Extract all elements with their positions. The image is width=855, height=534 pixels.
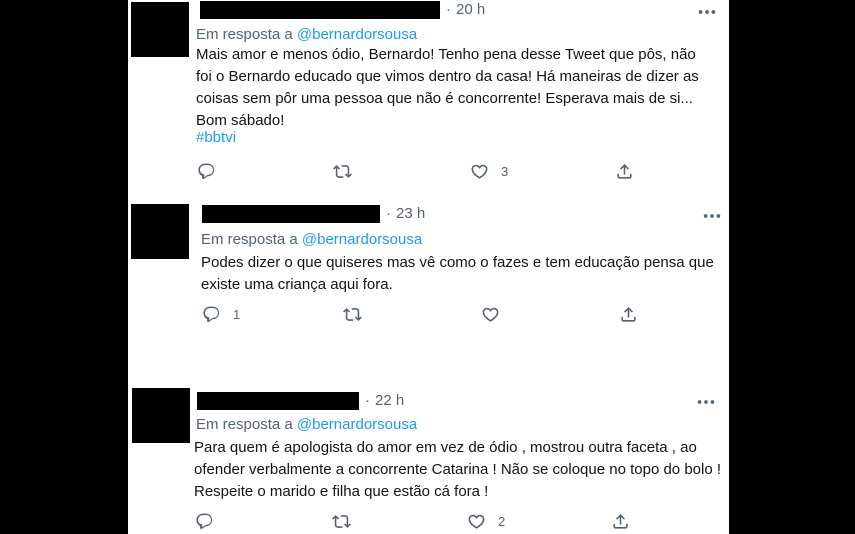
reply-handle-link[interactable]: @bernardorsousa (297, 416, 417, 433)
retweet-icon (343, 305, 362, 324)
reply-prefix: Em resposta a (196, 416, 293, 433)
redacted-author-name[interactable] (202, 205, 380, 224)
reply-button[interactable] (197, 162, 228, 181)
reply-button[interactable] (195, 512, 226, 531)
reply-count: 1 (233, 307, 241, 322)
tweet-card[interactable]: · 22 h Em resposta a @bernardorsousa Para… (128, 385, 729, 534)
reply-button[interactable]: 1 (202, 305, 240, 324)
tweet-time[interactable]: 23 h (396, 205, 425, 222)
hashtag-link[interactable]: #bbtvi (196, 129, 236, 146)
avatar[interactable] (132, 388, 190, 443)
like-count: 3 (501, 164, 509, 179)
avatar[interactable] (131, 204, 189, 259)
like-button[interactable] (481, 305, 512, 324)
tweet-text: Podes dizer o que quiseres mas vê como o… (201, 254, 714, 293)
reply-icon (195, 512, 214, 531)
retweet-button[interactable] (332, 512, 363, 531)
separator-dot: · (386, 205, 391, 222)
retweet-button[interactable] (343, 305, 374, 324)
more-horizontal-icon (701, 205, 723, 227)
separator-dot: · (446, 1, 451, 18)
more-horizontal-icon (695, 391, 717, 413)
timeline-panel: · 20 h Em resposta a @bernardorsousa Mais… (128, 0, 729, 534)
reply-context: Em resposta a @bernardorsousa (201, 231, 422, 248)
more-options-button[interactable] (701, 205, 723, 227)
reply-context: Em resposta a @bernardorsousa (196, 26, 417, 43)
heart-icon (481, 305, 500, 324)
tweet-card[interactable]: · 20 h Em resposta a @bernardorsousa Mais… (128, 0, 729, 190)
reply-prefix: Em resposta a (196, 26, 293, 43)
more-options-button[interactable] (695, 391, 717, 413)
reply-handle-link[interactable]: @bernardorsousa (297, 26, 417, 43)
reply-icon (197, 162, 216, 181)
tweet-header: · 20 h (200, 1, 485, 23)
like-button[interactable]: 2 (467, 512, 505, 531)
redacted-author-name[interactable] (200, 1, 440, 20)
more-horizontal-icon (696, 1, 718, 23)
share-icon (615, 162, 634, 181)
tweet-card[interactable]: · 23 h Em resposta a @bernardorsousa Pode… (128, 200, 729, 350)
avatar[interactable] (131, 2, 189, 57)
like-button[interactable]: 3 (470, 162, 508, 181)
redacted-author-name[interactable] (197, 392, 359, 411)
reply-context: Em resposta a @bernardorsousa (196, 416, 417, 433)
share-icon (611, 512, 630, 531)
retweet-icon (332, 512, 351, 531)
heart-icon (470, 162, 489, 181)
like-count: 2 (498, 514, 506, 529)
tweet-header: · 22 h (197, 392, 404, 414)
reply-handle-link[interactable]: @bernardorsousa (302, 231, 422, 248)
tweet-header: · 23 h (202, 205, 425, 227)
reply-icon (202, 305, 221, 324)
tweet-text: Mais amor e menos ódio, Bernardo! Tenho … (196, 46, 699, 129)
more-options-button[interactable] (696, 1, 718, 23)
tweet-time[interactable]: 22 h (375, 392, 404, 409)
retweet-button[interactable] (333, 162, 364, 181)
heart-icon (467, 512, 486, 531)
tweet-time[interactable]: 20 h (456, 1, 485, 18)
share-button[interactable] (615, 162, 634, 181)
share-button[interactable] (611, 512, 630, 531)
share-icon (619, 305, 638, 324)
retweet-icon (333, 162, 352, 181)
separator-dot: · (365, 392, 370, 409)
share-button[interactable] (619, 305, 638, 324)
tweet-text: Para quem é apologista do amor em vez de… (194, 439, 722, 500)
reply-prefix: Em resposta a (201, 231, 298, 248)
